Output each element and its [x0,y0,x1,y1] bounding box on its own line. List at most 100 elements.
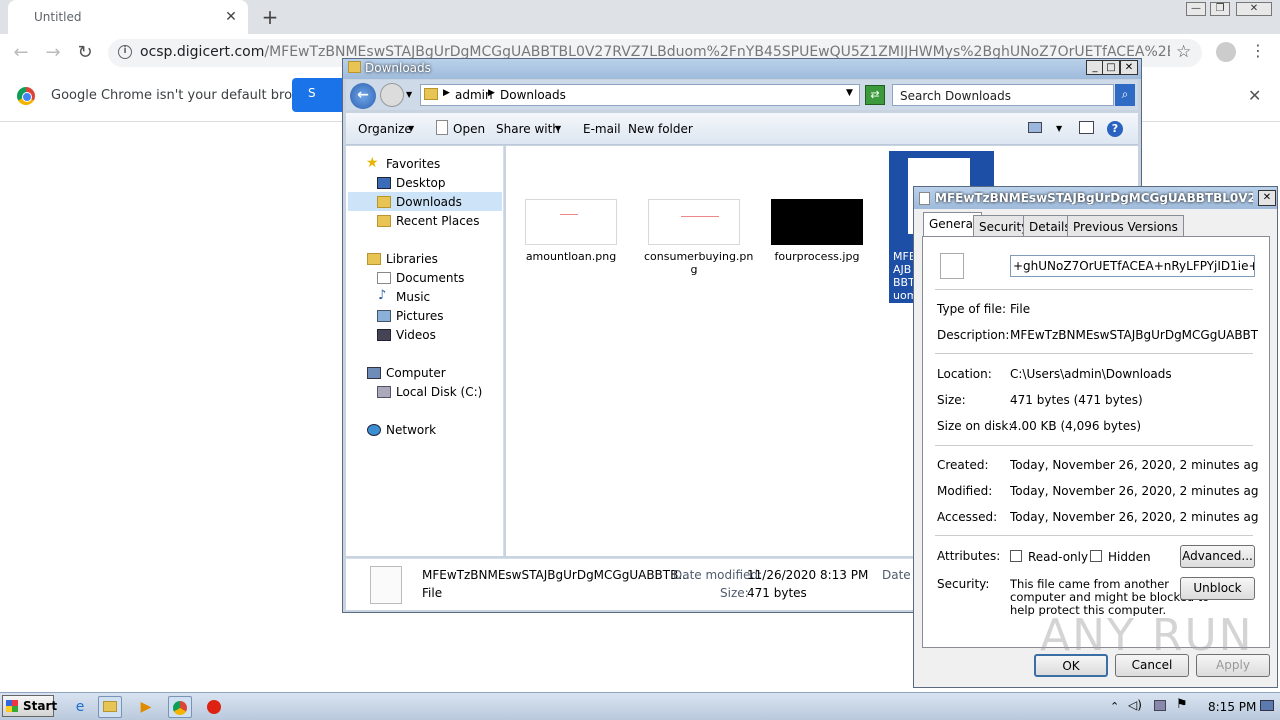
infobar-close-icon[interactable]: ✕ [1248,86,1261,105]
address-dropdown-icon[interactable]: ▼ [846,88,853,98]
nav-documents[interactable]: Documents [396,271,464,285]
new-tab-button[interactable]: + [258,6,282,30]
stop-icon[interactable] [202,696,226,718]
nav-desktop[interactable]: Desktop [396,176,446,190]
tab-close-icon[interactable]: ✕ [222,8,240,26]
nav-music[interactable]: Music [396,290,430,304]
help-icon[interactable]: ? [1107,121,1123,137]
breadcrumb-arrow-icon[interactable]: ▶ [443,88,450,98]
reload-button[interactable]: ↻ [74,42,96,64]
maximize-button[interactable]: ❐ [1210,2,1230,16]
history-dropdown-icon[interactable]: ▼ [406,90,412,99]
open-icon [436,120,448,135]
properties-close-button[interactable]: ✕ [1258,190,1276,206]
action-center-flag-icon[interactable]: ⚑ [1176,697,1188,712]
separator [935,535,1253,536]
modified-value: Today, November 26, 2020, 2 minutes ago [1010,484,1258,498]
preview-pane-icon[interactable] [1079,121,1094,134]
nav-local-disk[interactable]: Local Disk (C:) [396,385,482,399]
new-folder-button[interactable]: New folder [628,122,693,136]
change-view-icon[interactable] [1028,122,1042,133]
profile-avatar-icon[interactable] [1216,42,1236,62]
open-button[interactable]: Open [453,122,485,136]
search-icon[interactable]: ⌕ [1115,84,1135,106]
desktop-icon [377,177,391,189]
tab-title: Untitled [34,10,82,24]
chrome-taskbar-icon[interactable] [168,696,192,718]
nav-computer[interactable]: Computer [386,366,446,380]
window-close-button[interactable]: ✕ [1236,2,1272,16]
file-icon [370,566,402,604]
refresh-icon[interactable]: ⇄ [865,85,885,105]
email-button[interactable]: E-mail [583,122,621,136]
file-name-wrap[interactable]: g [644,263,744,276]
chrome-logo-icon [17,87,35,105]
file-thumbnail[interactable] [525,199,617,245]
back-button[interactable]: ← [10,42,32,64]
organize-menu[interactable]: Organize [358,122,412,136]
share-with-menu[interactable]: Share with [496,122,560,136]
explorer-maximize-button[interactable]: □ [1102,60,1120,75]
filename-input[interactable]: +ghUNoZ7OrUETfACEA+nRyLFPYjID1ie+x+dSjo= [1010,255,1255,277]
type-value: File [1010,302,1031,316]
minimize-button[interactable]: — [1186,2,1206,16]
downloads-folder-icon [377,196,391,208]
videos-icon [377,329,391,341]
file-title-icon [919,192,930,205]
forward-button[interactable]: → [42,42,64,64]
network-icon [367,424,381,436]
explorer-title: Downloads [365,61,431,75]
nav-libraries[interactable]: Libraries [386,252,438,266]
advanced-button[interactable]: Advanced... [1180,545,1255,568]
nav-network[interactable]: Network [386,423,436,437]
set-default-label: S [308,86,316,100]
file-thumbnail[interactable] [648,199,740,245]
accessed-value: Today, November 26, 2020, 2 minutes ago [1010,510,1258,524]
location-value: C:\Users\admin\Downloads [1010,367,1172,381]
hidden-label[interactable]: Hidden [1108,550,1151,564]
file-name[interactable]: fourprocess.jpg [767,250,867,263]
bookmark-star-icon[interactable]: ☆ [1176,42,1191,62]
nav-recent-places[interactable]: Recent Places [396,214,479,228]
file-thumbnail[interactable] [771,199,863,245]
search-placeholder: Search Downloads [900,89,1011,103]
libraries-icon [367,253,381,265]
tray-expand-icon[interactable]: ⌃ [1110,700,1119,713]
explorer-forward-button[interactable] [380,83,404,107]
view-dropdown-icon[interactable]: ▼ [1056,124,1062,133]
chrome-menu-icon[interactable]: ⋮ [1250,41,1266,60]
breadcrumb-admin[interactable]: admin [455,88,493,102]
attributes-label: Attributes: [937,549,1001,563]
network-tray-icon[interactable] [1154,700,1166,711]
url-host: ocsp.digicert.com [140,44,265,60]
file-name[interactable]: consumerbuying.pn [644,250,753,263]
description-label: Description: [937,328,1010,342]
nav-videos[interactable]: Videos [396,328,436,342]
unblock-button[interactable]: Unblock [1180,577,1255,600]
explorer-back-button[interactable]: ← [350,83,376,109]
computer-icon [367,367,381,379]
volume-icon[interactable]: ◁) [1128,698,1142,712]
size-value: 471 bytes (471 bytes) [1010,393,1143,407]
nav-favorites[interactable]: Favorites [386,157,440,171]
explorer-close-button[interactable]: ✕ [1120,60,1138,75]
watermark: ANY RUN [1040,610,1254,661]
nav-downloads[interactable]: Downloads [396,195,462,209]
file-name[interactable]: amountloan.png [521,250,621,263]
explorer-taskbar-icon[interactable] [98,696,122,718]
details-filename: MFEwTzBNMEswSTAJBgUrDgMCGgUABBTB... [422,568,690,582]
show-desktop-icon[interactable] [1260,700,1274,711]
separator [935,289,1253,290]
ie-icon[interactable]: e [68,696,92,718]
nav-pictures[interactable]: Pictures [396,309,444,323]
breadcrumb-arrow-icon[interactable]: ▶ [488,88,495,98]
media-player-icon[interactable]: ▶ [134,696,158,718]
breadcrumb-downloads[interactable]: Downloads [500,88,566,102]
tab-previous-versions[interactable]: Previous Versions [1067,215,1184,237]
hidden-checkbox[interactable] [1090,550,1102,562]
tray-clock[interactable]: 8:15 PM [1208,700,1256,714]
readonly-label[interactable]: Read-only [1028,550,1088,564]
modified-label: Modified: [937,484,993,498]
site-info-icon[interactable]: i [118,45,132,59]
readonly-checkbox[interactable] [1010,550,1022,562]
